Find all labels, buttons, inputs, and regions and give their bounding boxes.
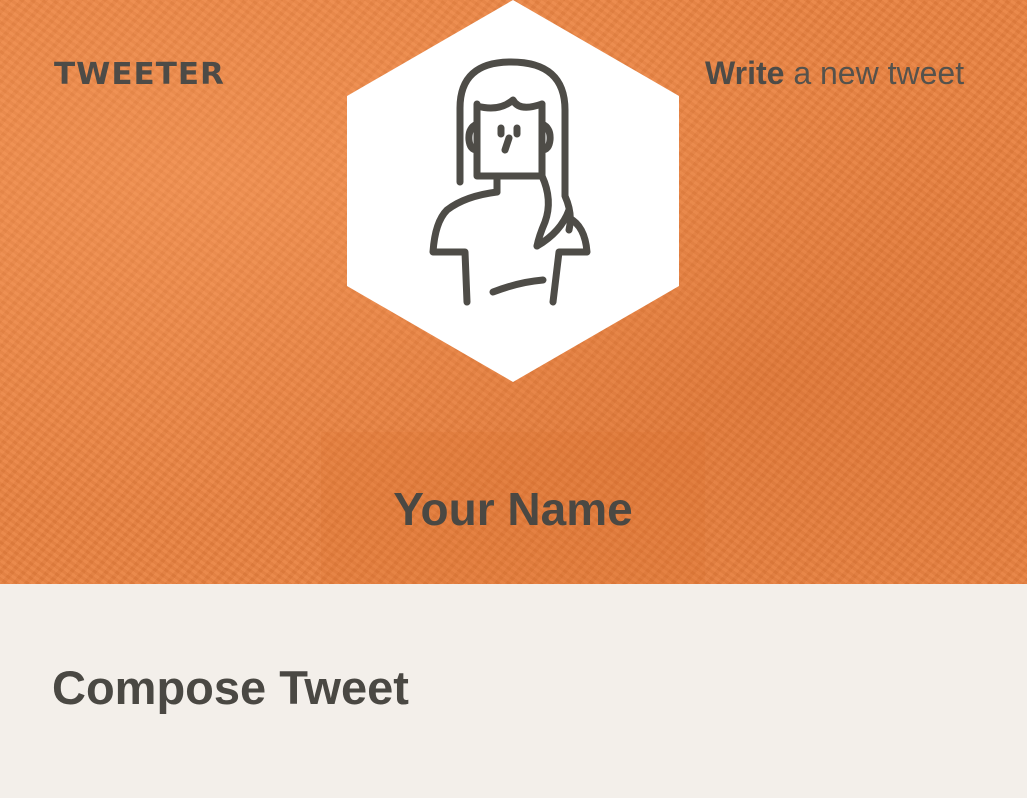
write-link-rest: a new tweet	[784, 55, 965, 91]
write-link-strong: Write	[705, 55, 785, 91]
avatar-hexagon	[347, 0, 679, 382]
avatar	[347, 0, 679, 382]
profile-name: Your Name	[393, 483, 633, 535]
profile-header: TWEETER Write a new tweet Your Name	[0, 0, 1027, 584]
write-tweet-link[interactable]: Write a new tweet	[705, 55, 964, 92]
compose-heading: Compose Tweet	[52, 661, 409, 714]
brand-logo[interactable]: TWEETER	[54, 56, 225, 91]
profile-name-box: Your Name	[321, 432, 705, 584]
